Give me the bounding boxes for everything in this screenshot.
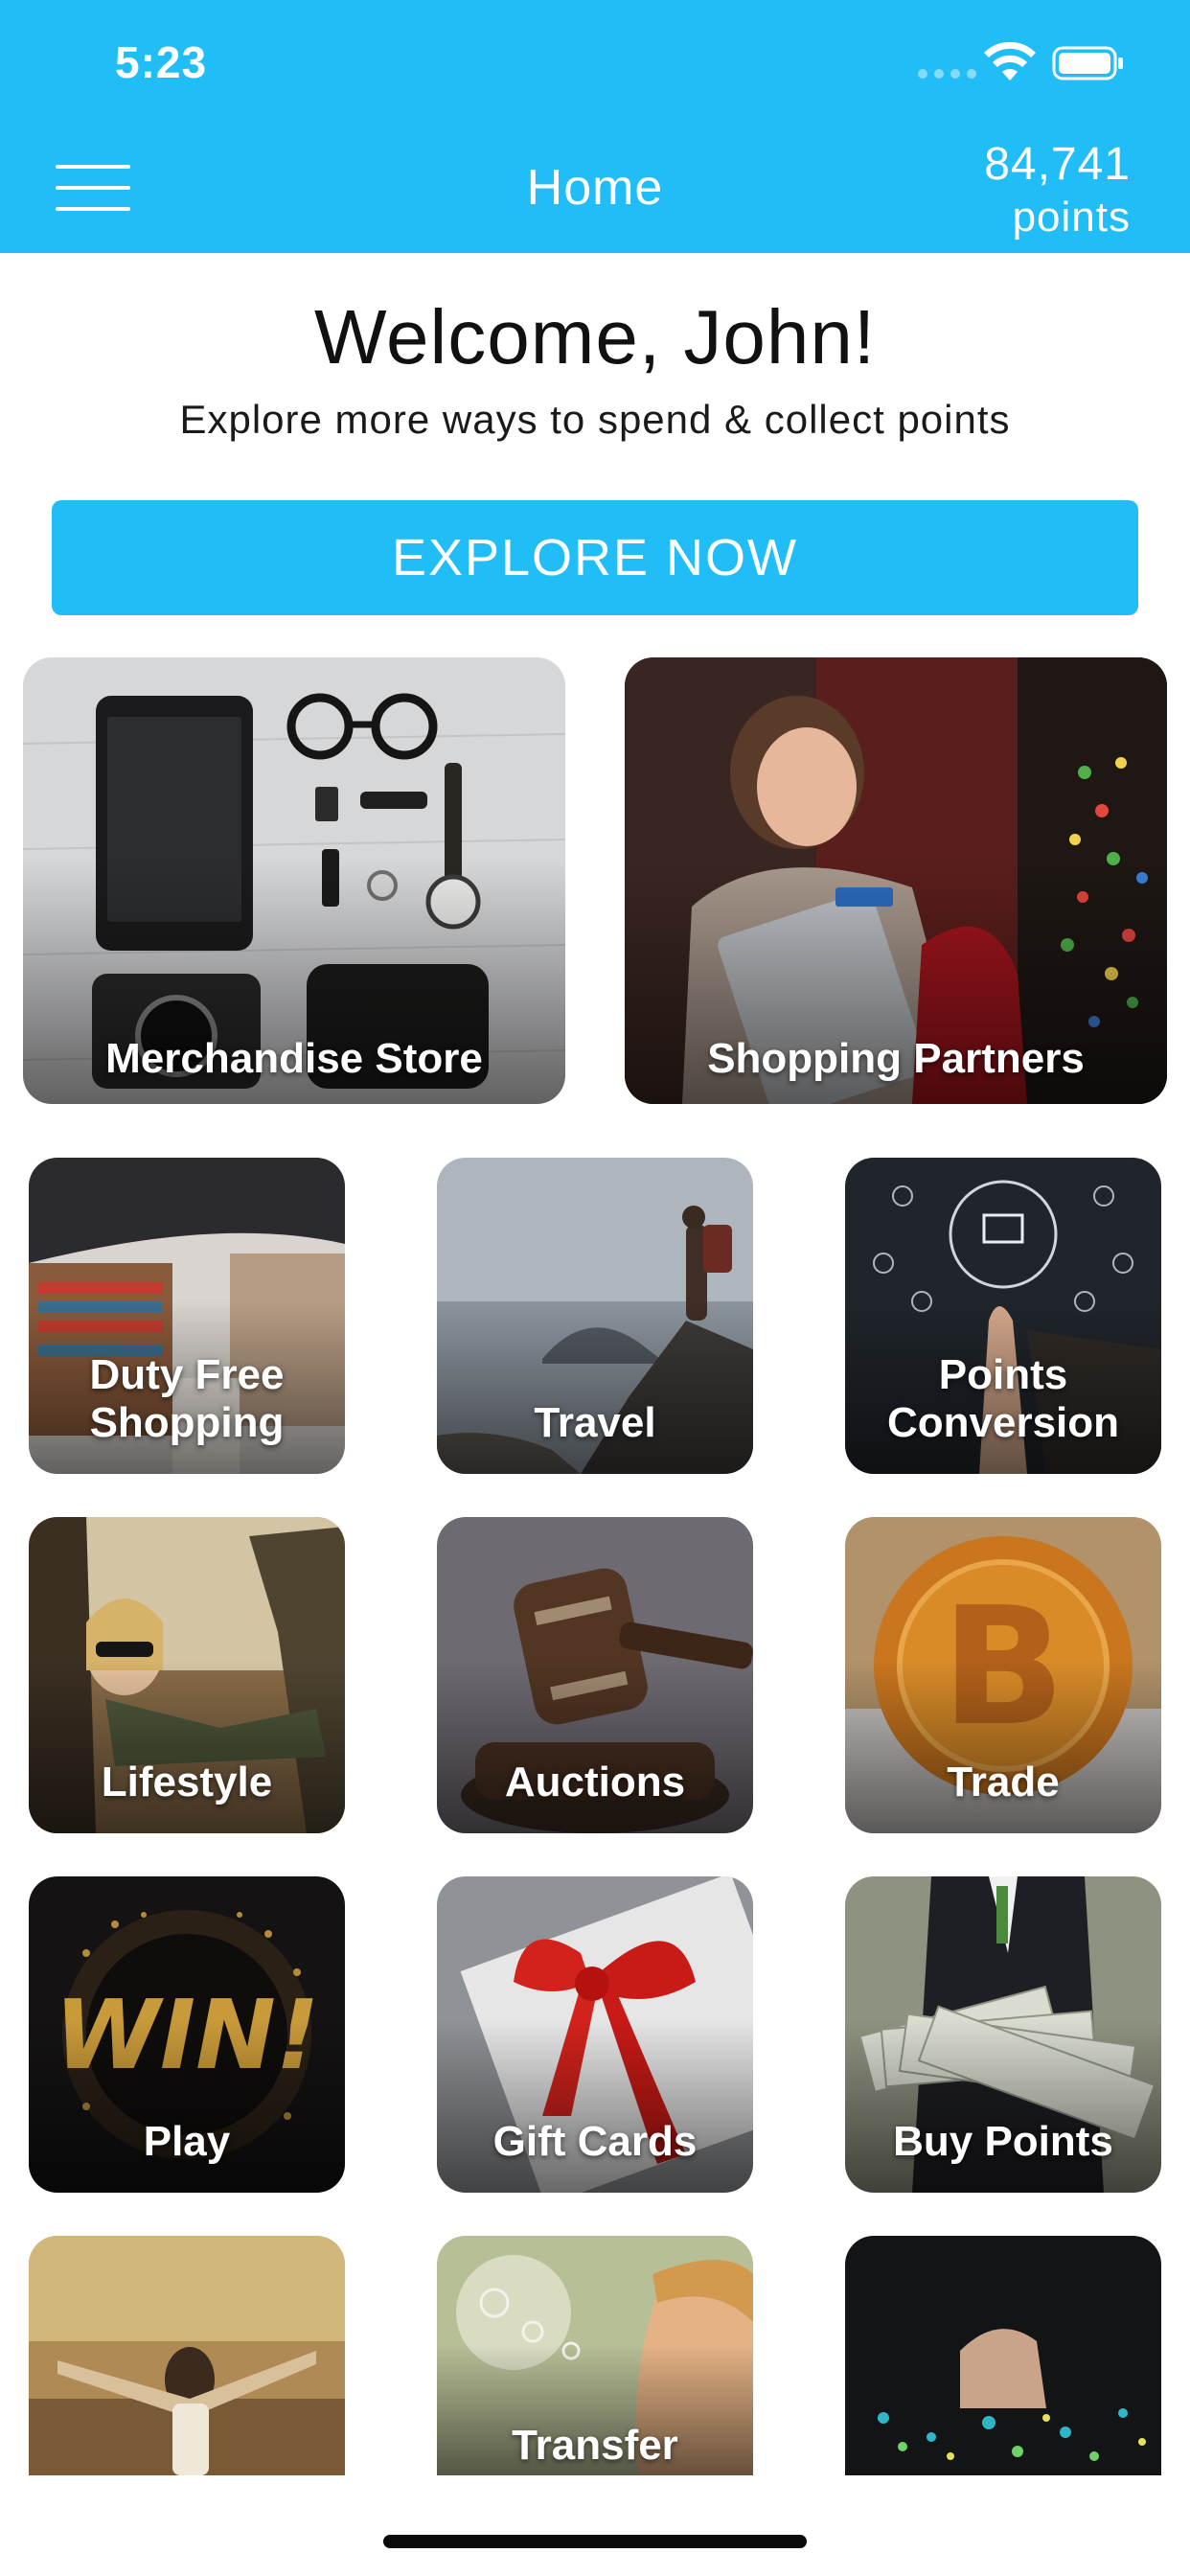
points-conversion-tile[interactable]: Points Conversion bbox=[845, 1158, 1161, 1474]
digital-particles-image bbox=[845, 2236, 1161, 2475]
tile-label: Merchandise Store bbox=[105, 1035, 483, 1082]
tile-label: Auctions bbox=[504, 1759, 686, 1806]
trade-tile[interactable]: B Trade bbox=[845, 1517, 1161, 1833]
merchandise-store-tile[interactable]: Merchandise Store bbox=[23, 657, 565, 1104]
duty-free-shopping-tile[interactable]: Duty Free Shopping bbox=[29, 1158, 345, 1474]
welcome-subtitle: Explore more ways to spend & collect poi… bbox=[179, 397, 1011, 442]
freedom-image bbox=[29, 2236, 345, 2475]
tile-label: Trade bbox=[947, 1759, 1060, 1806]
wifi-icon bbox=[984, 42, 1036, 80]
welcome-heading: Welcome, John! bbox=[313, 294, 877, 380]
gift-cards-tile[interactable]: Gift Cards bbox=[437, 1876, 753, 2193]
cellular-signal-icon bbox=[918, 69, 976, 79]
tile-label: Duty Free Shopping bbox=[89, 1351, 285, 1446]
tile-label: Play bbox=[143, 2118, 231, 2165]
play-tile[interactable]: WIN! Play bbox=[29, 1876, 345, 2193]
tile-label: Points Conversion bbox=[886, 1351, 1120, 1446]
lifestyle-tile[interactable]: Lifestyle bbox=[29, 1517, 345, 1833]
category-tile-12[interactable] bbox=[845, 2236, 1161, 2475]
tile-label: Buy Points bbox=[893, 2118, 1113, 2165]
transfer-tile[interactable]: Transfer bbox=[437, 2236, 753, 2475]
auctions-tile[interactable]: Auctions bbox=[437, 1517, 753, 1833]
tile-label: Travel bbox=[534, 1399, 656, 1446]
home-indicator[interactable] bbox=[383, 2535, 807, 2548]
points-balance: 84,741 points bbox=[984, 138, 1131, 243]
buy-points-tile[interactable]: Buy Points bbox=[845, 1876, 1161, 2193]
points-unit: points bbox=[1012, 194, 1131, 241]
tile-label: Transfer bbox=[512, 2422, 678, 2469]
app-header: 5:23 Home 84,741 points bbox=[0, 0, 1190, 253]
battery-icon bbox=[1052, 46, 1123, 80]
tile-label: Lifestyle bbox=[101, 1759, 273, 1806]
explore-now-button[interactable]: EXPLORE NOW bbox=[52, 500, 1138, 615]
status-time: 5:23 bbox=[115, 37, 208, 87]
tile-label: Shopping Partners bbox=[707, 1035, 1085, 1082]
category-tile-10[interactable] bbox=[29, 2236, 345, 2475]
shopping-partners-tile[interactable]: Shopping Partners bbox=[625, 657, 1167, 1104]
travel-tile[interactable]: Travel bbox=[437, 1158, 753, 1474]
points-value: 84,741 bbox=[984, 139, 1131, 190]
tile-label: Gift Cards bbox=[492, 2118, 698, 2165]
